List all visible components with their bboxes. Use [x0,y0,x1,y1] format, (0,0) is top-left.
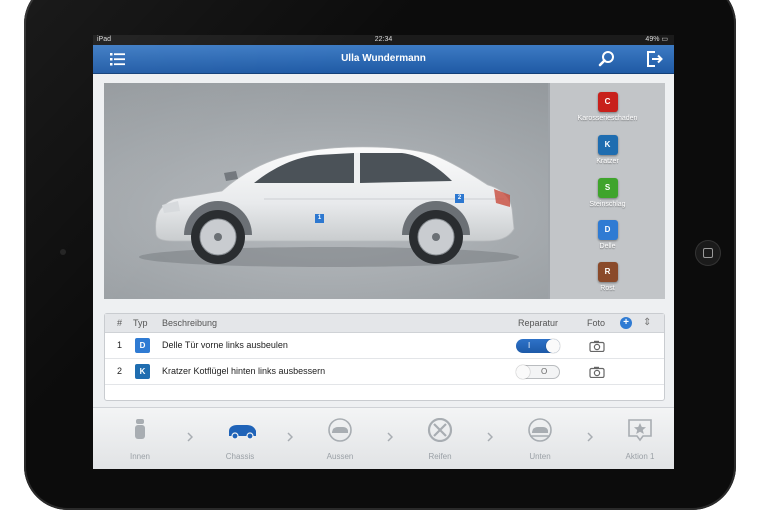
damage-label: Kratzer [596,158,619,165]
damage-type-rost[interactable]: R Rost [550,261,665,292]
toggle-mark: O [541,367,548,376]
damage-code-c: C [597,92,618,112]
step-label: Chassis [225,452,255,461]
battery-percent: 49% [645,36,660,43]
repair-toggle[interactable]: O [516,365,560,379]
row-type-badge: K [135,364,150,379]
front-camera [60,249,66,255]
damage-type-palette: C Karosserieschaden K Kratzer S Steinsch… [548,83,665,299]
step-innen[interactable]: Innen [100,408,180,469]
status-time: 22:34 [374,36,393,43]
step-label: Aussen [326,452,354,461]
inspection-step-bar: Innen Chassis Aussen Reifen Unten Aktion… [93,407,674,469]
status-bar: iPad 22:34 49% ▭ [93,35,674,45]
search-icon[interactable] [597,49,617,69]
status-battery: 49% ▭ [645,36,668,43]
home-button[interactable] [695,240,721,266]
car-chassis-icon [229,425,256,440]
add-icon[interactable]: + [620,317,632,329]
navigation-bar: Ulla Wundermann [93,45,674,74]
damage-type-karosserieschaden[interactable]: C Karosserieschaden [550,91,665,122]
damage-type-delle[interactable]: D Delle [550,219,665,250]
col-num: # [117,318,123,328]
damage-table: # Typ Beschreibung Reparatur Foto + ⇕ 1 … [104,313,665,401]
row-type-badge: D [135,338,150,353]
col-repair: Reparatur [518,318,559,328]
sort-icon[interactable]: ⇕ [643,316,651,330]
row-description: Delle Tür vorne links ausbeulen [162,340,288,350]
chevron-right-icon [287,432,293,442]
camera-icon[interactable] [589,366,605,378]
table-header: # Typ Beschreibung Reparatur Foto + ⇕ [105,314,664,333]
row-num: 1 [117,340,123,350]
damage-code-k: K [597,135,618,155]
step-label: Reifen [428,452,452,461]
toggle-knob [516,365,530,379]
step-reifen[interactable]: Reifen [400,408,480,469]
damage-marker-2[interactable]: 2 [455,194,464,203]
car-under-icon [528,418,552,442]
damage-code-r: R [597,262,618,282]
chevron-right-icon [387,432,393,442]
table-row[interactable]: 2 K Kratzer Kotflügel hinten links ausbe… [105,359,664,385]
damage-code-s: S [597,178,618,198]
row-description: Kratzer Kotflügel hinten links ausbesser… [162,366,326,376]
step-aktion-1[interactable]: Aktion 1 [600,408,674,469]
damage-code-d: D [597,220,618,240]
col-description: Beschreibung [162,318,218,328]
tire-icon [427,418,453,442]
toggle-knob [546,339,560,353]
toggle-mark: I [528,341,531,350]
table-row[interactable]: 1 D Delle Tür vorne links ausbeulen I [105,333,664,359]
step-chassis[interactable]: Chassis [200,408,280,469]
row-num: 2 [117,366,123,376]
page-title: Ulla Wundermann [341,53,426,64]
col-type: Typ [133,318,148,328]
damage-label: Delle [599,243,616,250]
app-screen: iPad 22:34 49% ▭ Ulla Wundermann 1 2 C K… [93,35,674,469]
step-label: Aktion 1 [625,452,655,461]
chevron-right-icon [587,432,593,442]
chevron-right-icon [487,432,493,442]
car-outside-icon [328,418,352,442]
seat-icon [135,419,145,439]
damage-type-steinschlag[interactable]: S Steinschlag [550,177,665,208]
step-unten[interactable]: Unten [500,408,580,469]
logout-icon[interactable] [644,49,664,69]
damage-label: Karosserieschaden [577,115,638,122]
repair-toggle[interactable]: I [516,339,560,353]
damage-marker-1[interactable]: 1 [315,214,324,223]
chevron-right-icon [187,432,193,442]
step-label: Unten [529,452,551,461]
home-square-icon [703,248,713,258]
damage-type-kratzer[interactable]: K Kratzer [550,134,665,165]
star-bubble-icon [628,419,652,442]
damage-label: Steinschlag [589,201,626,208]
car-image [139,146,519,267]
damage-label: Rost [600,285,615,292]
step-aussen[interactable]: Aussen [300,408,380,469]
step-label: Innen [129,452,151,461]
col-photo: Foto [587,318,606,328]
camera-icon[interactable] [589,340,605,352]
